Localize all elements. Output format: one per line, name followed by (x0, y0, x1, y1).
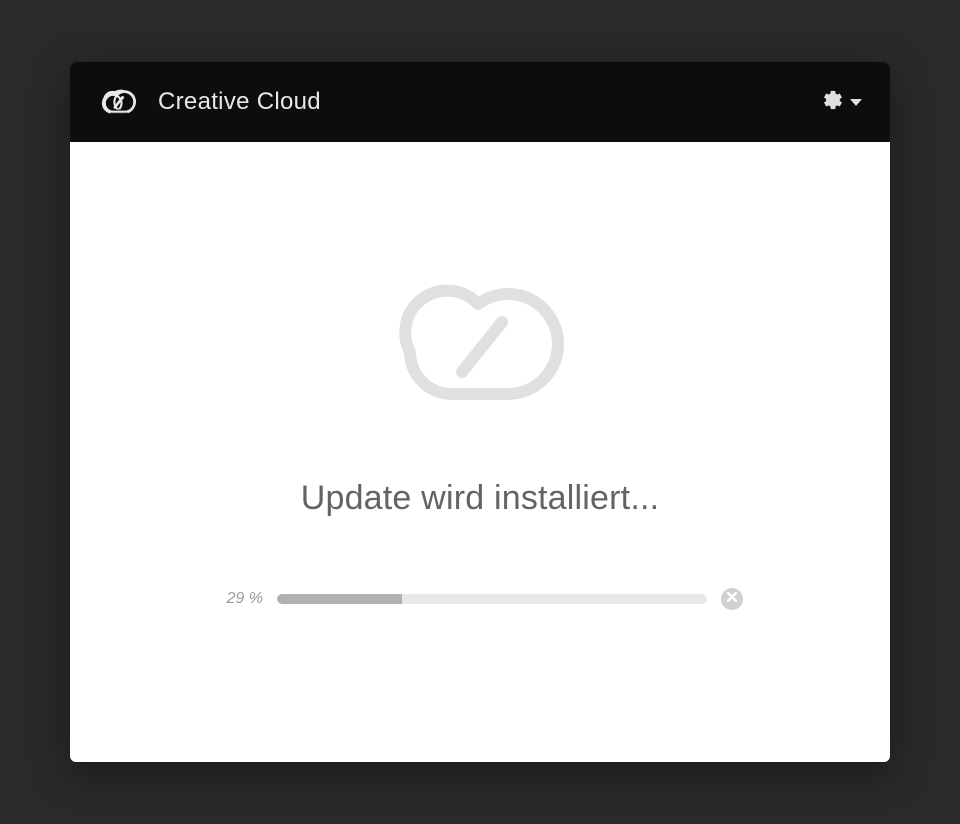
progress-bar (277, 594, 707, 604)
main-content: Update wird installiert... 29 % (70, 142, 890, 762)
app-window: Creative Cloud Update wird installiert..… (70, 62, 890, 762)
creative-cloud-logo-icon (98, 81, 140, 123)
close-icon (726, 590, 738, 608)
progress-row: 29 % (110, 588, 850, 610)
header-left: Creative Cloud (98, 81, 321, 123)
settings-menu-button[interactable] (822, 89, 862, 116)
cancel-button[interactable] (721, 588, 743, 610)
chevron-down-icon (850, 99, 862, 106)
creative-cloud-watermark-icon (380, 274, 580, 419)
progress-bar-fill (277, 594, 402, 604)
progress-percent-label: 29 % (217, 590, 263, 608)
app-header: Creative Cloud (70, 62, 890, 142)
gear-icon (822, 89, 844, 116)
app-title: Creative Cloud (158, 88, 321, 116)
status-message: Update wird installiert... (301, 479, 660, 518)
